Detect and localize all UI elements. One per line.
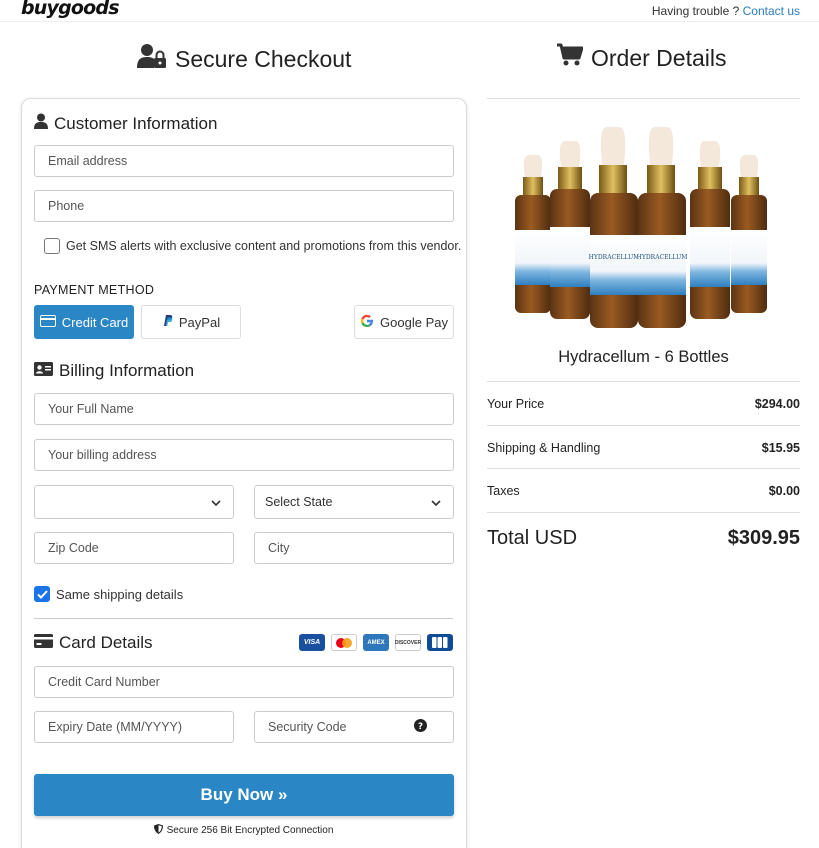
total-label: Total USD [487, 527, 578, 549]
taxes-label: Taxes [487, 484, 520, 498]
order-top-rule [487, 98, 800, 99]
same-shipping-label: Same shipping details [56, 586, 184, 602]
product-image: HYDRACELLUM HYDRACELLUM [510, 125, 780, 330]
secure-note-text: Secure 256 Bit Encrypted Connection [166, 825, 334, 836]
secure-checkout-heading: Secure Checkout [137, 43, 351, 75]
billing-info-title: Billing Information [59, 361, 195, 380]
order-rule [487, 425, 800, 426]
taxes-value: $0.00 [768, 484, 800, 498]
security-code-field[interactable]: Security Code ? [254, 711, 454, 743]
billing-info-heading: Billing Information [34, 361, 194, 381]
bottles-illustration: HYDRACELLUM HYDRACELLUM [515, 127, 767, 328]
price-row: Your Price $294.00 [487, 397, 800, 411]
expiry-date-field[interactable]: Expiry Date (MM/YYYY) [34, 711, 234, 743]
credit-card-icon [34, 633, 53, 653]
credit-card-icon [39, 314, 56, 330]
help-label: Having trouble ? [651, 4, 740, 18]
card-number-placeholder: Credit Card Number [48, 675, 160, 689]
shipping-row: Shipping & Handling $15.95 [487, 441, 800, 455]
full-name-field[interactable]: Your Full Name [34, 393, 454, 425]
order-details-heading: Order Details [557, 43, 726, 73]
google-pay-label: Google Pay [380, 314, 448, 330]
google-icon [360, 314, 374, 331]
paypal-icon [162, 314, 173, 330]
paypal-button[interactable]: PayPal [141, 305, 241, 339]
user-icon [34, 113, 48, 134]
product-name: Hydracellum - 6 Bottles [558, 348, 729, 366]
same-shipping-row: Same shipping details [34, 586, 183, 602]
order-rule [487, 381, 800, 382]
city-placeholder: City [268, 541, 290, 555]
user-lock-icon [137, 43, 167, 75]
billing-address-placeholder: Your billing address [48, 448, 157, 462]
city-field[interactable]: City [254, 532, 454, 564]
buy-now-button[interactable]: Buy Now » [34, 774, 454, 816]
credit-card-label: Credit Card [61, 314, 129, 330]
chevron-down-icon [211, 495, 221, 509]
full-name-placeholder: Your Full Name [48, 402, 134, 416]
shipping-value: $15.95 [761, 441, 800, 455]
visa-icon: VISA [299, 634, 325, 651]
order-rule [487, 468, 800, 469]
payment-method-label: PAYMENT METHOD [34, 283, 155, 297]
buygoods-logo[interactable]: buygoods [21, 0, 120, 19]
state-value: Select State [265, 495, 333, 509]
price-value: $294.00 [754, 397, 800, 411]
same-shipping-checkbox[interactable] [34, 586, 50, 602]
discover-icon: DISCOVER [395, 634, 421, 651]
question-circle-icon[interactable]: ? [414, 719, 427, 735]
phone-field[interactable]: Phone [34, 190, 454, 222]
google-pay-button[interactable]: Google Pay [354, 305, 454, 339]
help-text: Having trouble ? Contact us [652, 4, 800, 18]
state-select[interactable]: Select State [254, 485, 454, 519]
amex-icon: AMEX [363, 634, 389, 651]
buy-now-label: Buy Now » [200, 785, 288, 804]
taxes-row: Taxes $0.00 [487, 484, 800, 498]
sms-alerts-checkbox[interactable] [44, 238, 60, 254]
section-divider [34, 618, 453, 619]
svg-text:?: ? [418, 722, 423, 732]
country-select[interactable] [34, 485, 234, 519]
customer-info-heading: Customer Information [34, 113, 217, 134]
sms-alerts-checkbox-row: Get SMS alerts with exclusive content an… [44, 238, 461, 254]
email-field[interactable]: Email address [34, 145, 454, 177]
contact-us-link[interactable]: Contact us [743, 4, 800, 18]
customer-info-title: Customer Information [54, 113, 218, 133]
order-rule [487, 512, 800, 513]
svg-text:HYDRACELLUM: HYDRACELLUM [637, 254, 688, 261]
secure-connection-note: Secure 256 Bit Encrypted Connection [0, 824, 487, 837]
order-details-title: Order Details [591, 44, 727, 71]
card-number-field[interactable]: Credit Card Number [34, 666, 454, 698]
top-bar: buygoods Having trouble ? Contact us [0, 0, 819, 22]
security-code-placeholder: Security Code [268, 720, 347, 734]
sms-alerts-label: Get SMS alerts with exclusive content an… [66, 239, 462, 253]
secure-checkout-title: Secure Checkout [175, 45, 352, 72]
mastercard-icon [331, 634, 357, 651]
shield-icon [153, 824, 163, 837]
id-card-icon [34, 361, 53, 381]
accepted-cards: VISA AMEX DISCOVER [299, 634, 453, 651]
card-details-title: Card Details [59, 633, 153, 652]
jcb-icon [427, 634, 453, 651]
total-value: $309.95 [727, 527, 800, 549]
svg-text:HYDRACELLUM: HYDRACELLUM [589, 254, 640, 261]
billing-address-field[interactable]: Your billing address [34, 439, 454, 471]
paypal-label: PayPal [178, 314, 221, 330]
phone-placeholder: Phone [48, 199, 85, 213]
shipping-label: Shipping & Handling [487, 441, 601, 455]
card-details-heading: Card Details [34, 633, 153, 653]
expiry-date-placeholder: Expiry Date (MM/YYYY) [48, 720, 183, 734]
chevron-down-icon [431, 495, 441, 509]
zip-code-placeholder: Zip Code [48, 541, 99, 555]
total-row: Total USD $309.95 [487, 527, 800, 550]
price-label: Your Price [487, 397, 545, 411]
zip-code-field[interactable]: Zip Code [34, 532, 234, 564]
credit-card-button[interactable]: Credit Card [34, 305, 134, 339]
cart-icon [557, 43, 584, 73]
email-placeholder: Email address [48, 154, 128, 168]
